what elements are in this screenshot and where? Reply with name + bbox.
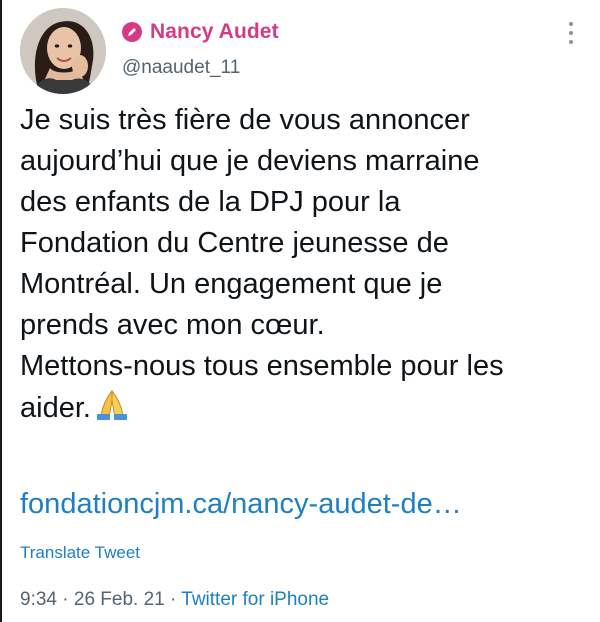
meta-separator: ·	[164, 589, 182, 610]
translate-tweet-button[interactable]: Translate Tweet	[20, 543, 140, 563]
tweet-date[interactable]: 26 Feb. 21	[74, 589, 165, 610]
tweet-line: prends avec mon cœur.	[20, 309, 325, 341]
author-handle[interactable]: @naaudet_11	[122, 57, 240, 79]
tweet-line-last: aider.	[20, 387, 588, 433]
tweet-line: Je suis très fière de vous annoncer	[20, 104, 470, 136]
author-display-name[interactable]: Nancy Audet	[150, 20, 279, 44]
tweet-text: Je suis très fière de vous annoncer aujo…	[20, 100, 588, 433]
more-options-icon[interactable]	[566, 22, 576, 44]
meta-separator: ·	[56, 589, 74, 610]
tweet-card: Nancy Audet @naaudet_11 Je suis très fiè…	[0, 0, 600, 622]
verified-badge-icon	[122, 22, 142, 42]
tweet-meta: 9:34 · 26 Feb. 21 · Twitter for iPhone	[20, 589, 329, 611]
tweet-source-link[interactable]: Twitter for iPhone	[181, 589, 329, 610]
author-name-row[interactable]: Nancy Audet	[122, 20, 279, 44]
tweet-time[interactable]: 9:34	[20, 589, 57, 610]
avatar[interactable]	[20, 8, 106, 94]
folded-hands-icon	[93, 387, 131, 433]
tweet-line: Montréal. Un engagement que je	[20, 268, 443, 300]
tweet-line: aider.	[20, 392, 91, 424]
tweet-line: Fondation du Centre jeunesse de	[20, 227, 449, 259]
avatar-photo	[20, 8, 106, 94]
tweet-link[interactable]: fondationcjm.ca/nancy-audet-de…	[20, 488, 462, 521]
tweet-line: des enfants de la DPJ pour la	[20, 186, 401, 218]
tweet-line: Mettons-nous tous ensemble pour les	[20, 350, 504, 382]
tweet-line: aujourd’hui que je deviens marraine	[20, 145, 480, 177]
